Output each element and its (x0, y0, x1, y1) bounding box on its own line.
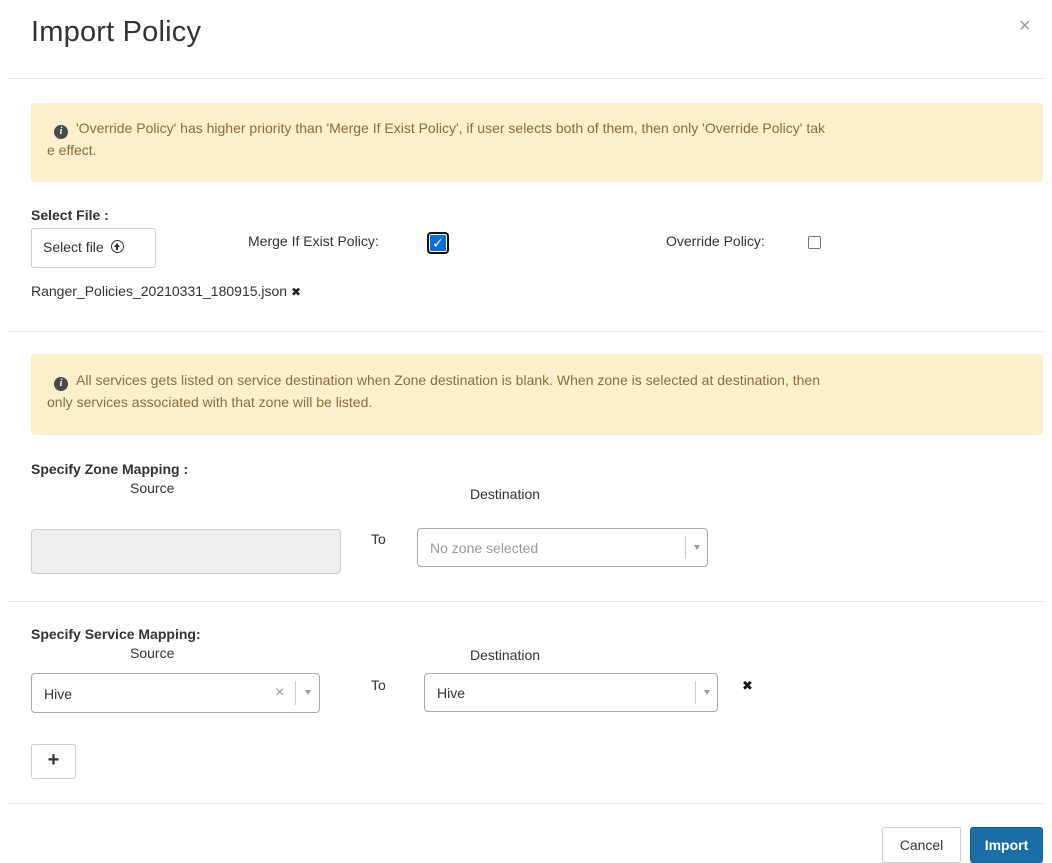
section-divider-1 (9, 331, 1043, 332)
merge-policy-label: Merge If Exist Policy: (248, 233, 379, 249)
upload-circle-icon (110, 240, 124, 253)
chevron-down-icon (694, 544, 700, 550)
zone-destination-select[interactable]: No zone selected (417, 528, 708, 567)
priority-alert-line1: 'Override Policy' has higher priority th… (76, 120, 826, 136)
zone-destination-header: Destination (470, 486, 541, 502)
zone-source-header: Source (130, 480, 175, 496)
priority-alert-line2: e effect. (47, 142, 97, 158)
zone-source-field (31, 529, 341, 574)
info-circle-icon: i (54, 125, 68, 139)
select-file-button[interactable]: Select file (31, 228, 156, 268)
service-mapping-label: Specify Service Mapping: (31, 626, 201, 642)
service-to-label: To (371, 677, 386, 693)
remove-row-icon[interactable]: ✖ (742, 678, 753, 694)
import-button[interactable]: Import (970, 827, 1043, 863)
remove-file-icon[interactable]: ✖ (291, 285, 301, 299)
zone-to-label: To (371, 531, 386, 547)
select-file-label: Select File : (31, 207, 109, 223)
add-row-button[interactable]: + (31, 744, 76, 779)
header-divider (9, 78, 1043, 79)
override-policy-label: Override Policy: (666, 233, 765, 249)
footer-divider (9, 803, 1043, 804)
service-source-select[interactable]: Hive × (31, 673, 320, 713)
service-source-header: Source (130, 645, 175, 661)
zone-alert-line2: only services associated with that zone … (47, 394, 373, 410)
override-policy-checkbox[interactable] (808, 236, 821, 249)
service-destination-select[interactable]: Hive (424, 673, 718, 712)
zone-alert-line1: All services gets listed on service dest… (76, 372, 820, 388)
close-icon[interactable]: × (1019, 16, 1031, 36)
service-destination-value: Hive (437, 685, 466, 701)
chevron-down-icon (305, 690, 311, 695)
zone-destination-placeholder: No zone selected (430, 540, 539, 556)
section-divider-2 (9, 601, 1043, 602)
cancel-button[interactable]: Cancel (882, 827, 961, 863)
select-file-button-label: Select file (43, 239, 104, 255)
selected-file-row: Ranger_Policies_20210331_180915.json ✖ (31, 283, 301, 299)
info-circle-icon: i (54, 377, 68, 391)
selected-file-name: Ranger_Policies_20210331_180915.json (31, 283, 288, 299)
zone-mapping-label: Specify Zone Mapping : (31, 461, 189, 477)
service-destination-header: Destination (470, 647, 541, 663)
modal-title: Import Policy (31, 16, 202, 48)
chevron-down-icon (704, 689, 710, 695)
zone-alert: i All services gets listed on service des… (31, 354, 1043, 435)
clear-icon[interactable]: × (275, 684, 284, 702)
service-source-value: Hive (44, 686, 73, 702)
priority-alert: i 'Override Policy' has higher priority t… (31, 103, 1043, 182)
merge-policy-checkbox[interactable]: ✓ (427, 232, 449, 254)
